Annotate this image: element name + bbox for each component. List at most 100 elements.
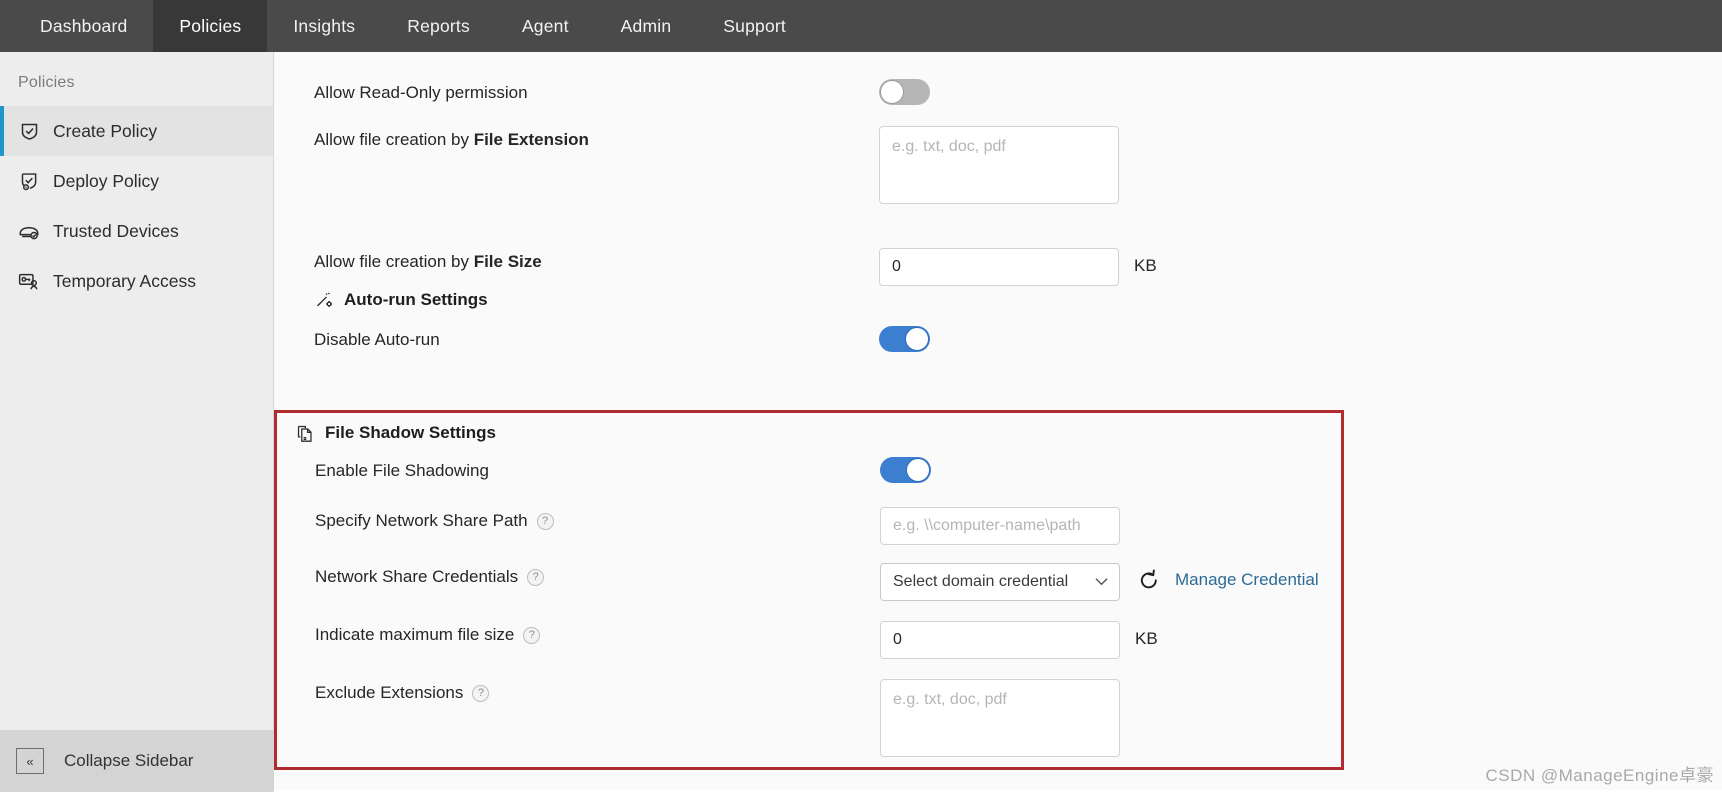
nav-label: Agent [521,15,569,36]
chevron-down-icon [1095,576,1108,588]
toggle-allow-read-only[interactable] [879,79,930,105]
control-allow-file-size: KB [879,248,1157,286]
file-copy-icon [295,423,315,443]
toggle-disable-autorun[interactable] [879,326,930,352]
nav-item-admin[interactable]: Admin [595,0,698,52]
nav-item-policies[interactable]: Policies [153,0,268,52]
nav-label: Reports [407,15,470,36]
control-max-file-size: KB [880,621,1158,659]
label-emphasis: File Extension [473,130,589,149]
row-allow-read-only: Allow Read-Only permission [314,79,930,105]
row-max-file-size: Indicate maximum file size ? KB [315,621,1158,659]
magic-wand-settings-icon [314,290,334,310]
label-prefix: Allow file creation by [314,252,474,271]
row-network-share-path: Specify Network Share Path ? [315,507,1120,545]
section-header-autorun: Auto-run Settings [314,290,488,310]
label-allow-file-size: Allow file creation by File Size [314,248,879,272]
watermark-text: CSDN @ManageEngine卓豪 [1485,766,1714,785]
max-file-size-input[interactable] [880,621,1120,659]
row-network-share-credentials: Network Share Credentials ? Select domai… [315,563,1319,601]
control-disable-autorun [879,326,930,352]
nav-item-agent[interactable]: Agent [496,0,595,52]
row-allow-file-extension: Allow file creation by File Extension [314,126,1119,204]
help-icon[interactable]: ? [527,568,545,586]
trusted-device-icon [18,220,40,242]
label-allow-file-extension: Allow file creation by File Extension [314,126,879,150]
nav-item-insights[interactable]: Insights [267,0,381,52]
max-file-size-unit: KB [1135,629,1158,648]
control-network-share-credentials: Select domain credential Manage Credenti… [880,563,1319,601]
sidebar-item-label: Trusted Devices [53,220,179,241]
nav-item-reports[interactable]: Reports [381,0,496,52]
domain-credential-selected-value: Select domain credential [893,573,1069,590]
section-title-file-shadow: File Shadow Settings [325,423,496,442]
row-allow-file-size: Allow file creation by File Size KB [314,248,1157,286]
exclude-extensions-input[interactable] [880,679,1120,757]
control-exclude-extensions [880,679,1120,757]
label-emphasis: File Size [473,252,542,271]
label-exclude-extensions: Exclude Extensions ? [315,679,880,703]
label-prefix: Allow file creation by [314,130,474,149]
toggle-knob [880,80,904,104]
body-region: Policies Create Policy Deploy Policy Tru… [0,52,1722,792]
sidebar-item-trusted-devices[interactable]: Trusted Devices [0,206,273,256]
file-extension-input[interactable] [879,126,1119,204]
label-max-file-size: Indicate maximum file size ? [315,621,880,645]
nav-item-dashboard[interactable]: Dashboard [14,0,153,52]
sidebar-item-label: Temporary Access [53,270,196,291]
application-window: Dashboard Policies Insights Reports Agen… [0,0,1722,792]
help-icon[interactable]: ? [523,626,541,644]
nav-label: Dashboard [40,15,128,36]
domain-credential-select[interactable]: Select domain credential [880,563,1120,601]
chevron-double-left-icon[interactable]: « [16,748,44,774]
sidebar-item-deploy-policy[interactable]: Deploy Policy [0,156,273,206]
nav-label: Admin [620,15,672,36]
sidebar-item-label: Deploy Policy [53,170,160,191]
deploy-policy-icon [18,170,40,192]
label-disable-autorun: Disable Auto-run [314,330,440,349]
policy-settings-panel: Allow Read-Only permission Allow file cr… [274,52,1722,792]
sidebar-item-label: Create Policy [53,120,158,141]
file-shadow-settings-section: File Shadow Settings Enable File Shadowi… [274,410,1344,770]
nav-label: Insights [293,15,356,36]
sidebar-title: Policies [18,74,75,91]
manage-credential-link[interactable]: Manage Credential [1175,570,1319,590]
control-enable-file-shadowing [880,457,931,483]
file-size-unit: KB [1134,256,1157,275]
label-text: Exclude Extensions [315,683,464,702]
shield-check-icon [18,120,40,142]
control-network-share-path [880,507,1120,545]
control-allow-read-only [879,79,930,105]
help-icon[interactable]: ? [536,512,554,530]
sidebar-item-list: Create Policy Deploy Policy Trusted Devi… [0,106,273,306]
collapse-sidebar-button[interactable]: « Collapse Sidebar [0,730,273,792]
toggle-enable-file-shadowing[interactable] [880,457,931,483]
label-allow-read-only: Allow Read-Only permission [314,83,528,102]
row-exclude-extensions: Exclude Extensions ? [315,679,1120,757]
network-share-path-input[interactable] [880,507,1120,545]
label-text: Specify Network Share Path [315,511,528,530]
top-navigation-bar: Dashboard Policies Insights Reports Agen… [0,0,1722,52]
file-size-input[interactable] [879,248,1119,286]
toggle-knob [905,327,929,351]
toggle-knob [906,458,930,482]
label-network-share-credentials: Network Share Credentials ? [315,563,880,587]
sidebar-item-temporary-access[interactable]: Temporary Access [0,256,273,306]
section-title-autorun: Auto-run Settings [344,290,488,309]
row-disable-autorun: Disable Auto-run [314,326,930,352]
label-enable-file-shadowing: Enable File Shadowing [315,461,489,480]
nav-item-support[interactable]: Support [697,0,812,52]
help-icon[interactable]: ? [472,684,490,702]
sidebar-item-create-policy[interactable]: Create Policy [0,106,273,156]
temporary-access-icon [18,270,40,292]
sidebar: Policies Create Policy Deploy Policy Tru… [0,52,274,792]
collapse-sidebar-label: Collapse Sidebar [64,751,194,770]
section-header-file-shadow: File Shadow Settings [295,423,496,443]
refresh-icon[interactable] [1138,569,1160,591]
row-enable-file-shadowing: Enable File Shadowing [315,457,931,483]
label-text: Indicate maximum file size [315,625,515,644]
label-text: Network Share Credentials [315,567,519,586]
nav-label: Support [723,15,786,36]
label-network-share-path: Specify Network Share Path ? [315,507,880,531]
nav-label: Policies [179,15,242,36]
